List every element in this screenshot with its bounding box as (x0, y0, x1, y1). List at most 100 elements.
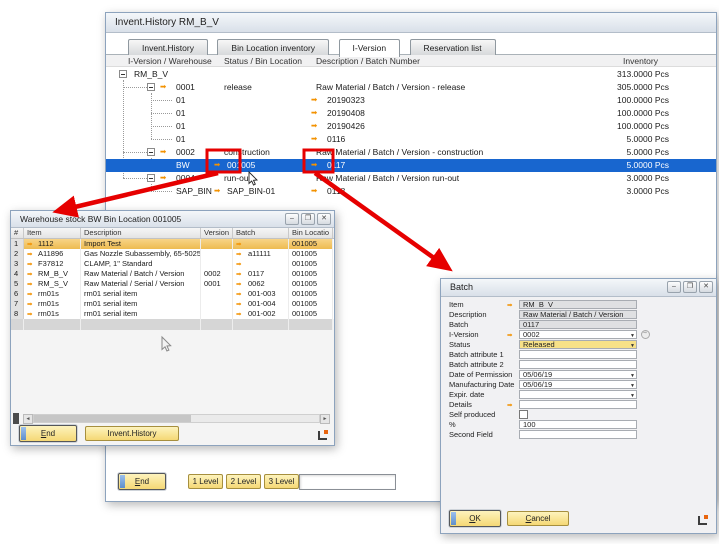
expiry-date-dropdown[interactable] (519, 390, 637, 399)
collapse-icon[interactable] (119, 70, 127, 78)
level-1-button[interactable]: 1 Level (188, 474, 223, 489)
link-arrow-icon[interactable] (160, 82, 170, 92)
table-row[interactable]: 6 rm01s rm01 serial item 001-003 001005 (11, 289, 334, 299)
batch-text: 001-004 (248, 299, 276, 308)
scrollbar-track[interactable] (33, 414, 320, 423)
percent-field[interactable]: 100 (519, 420, 637, 429)
invent-history-titlebar[interactable]: Invent.History RM_B_V (106, 13, 716, 33)
link-arrow-icon[interactable] (507, 300, 516, 310)
table-row[interactable]: SAP_BIN SAP_BIN-01 0118 3.0000 Pcs (106, 185, 716, 198)
link-arrow-icon[interactable] (27, 279, 36, 289)
table-row[interactable]: 01 20190426 100.0000 Pcs (106, 120, 716, 133)
self-produced-checkbox[interactable] (519, 410, 528, 419)
link-arrow-icon[interactable] (27, 259, 36, 269)
link-arrow-icon[interactable] (311, 95, 321, 105)
close-button[interactable]: ✕ (699, 281, 713, 293)
second-field[interactable] (519, 430, 637, 439)
tab-bin-location-inventory[interactable]: Bin Location inventory (217, 39, 329, 56)
table-row[interactable]: 5 RM_S_V Raw Material / Serial / Version… (11, 279, 334, 289)
table-row[interactable]: RM_B_V 313.0000 Pcs (106, 68, 716, 81)
batch-attribute-2-field[interactable] (519, 360, 637, 369)
link-arrow-icon[interactable] (27, 309, 36, 319)
date-of-permission-dropdown[interactable]: 05/06/19 (519, 370, 637, 379)
link-arrow-icon[interactable] (27, 289, 36, 299)
link-arrow-icon[interactable] (236, 249, 245, 259)
scroll-right-icon[interactable]: ► (320, 414, 330, 424)
link-arrow-icon[interactable] (236, 289, 245, 299)
link-arrow-icon[interactable] (507, 330, 516, 340)
link-arrow-icon[interactable] (311, 160, 321, 170)
batch-attribute-1-field[interactable] (519, 350, 637, 359)
level-2-button[interactable]: 2 Level (226, 474, 261, 489)
link-arrow-icon[interactable] (160, 147, 170, 157)
table-row[interactable]: 0002 construction Raw Material / Batch /… (106, 146, 716, 159)
collapse-icon[interactable] (147, 148, 155, 156)
link-arrow-icon[interactable] (27, 239, 36, 249)
table-row[interactable]: 0001 release Raw Material / Batch / Vers… (106, 81, 716, 94)
tab-invent-history[interactable]: Invent.History (128, 39, 208, 56)
maximize-button[interactable]: ❐ (683, 281, 697, 293)
stock-table: 1 1112 Import Test 001005 2 A11896 Gas N… (11, 239, 334, 330)
table-row[interactable]: 7 rm01s rm01 serial item 001-004 001005 (11, 299, 334, 309)
horizontal-scrollbar[interactable]: ◄ ► (13, 413, 330, 424)
minimize-button[interactable]: – (667, 281, 681, 293)
link-arrow-icon[interactable] (236, 259, 245, 269)
version-cell (201, 239, 233, 249)
table-row[interactable]: 8 rm01s rm01 serial item 001-002 001005 (11, 309, 334, 319)
table-row[interactable]: 2 A11896 Gas Nozzle Subassembly, 65-5025… (11, 249, 334, 259)
link-arrow-icon[interactable] (214, 160, 224, 170)
batch-field: 0117 (519, 320, 637, 329)
footer-input[interactable] (299, 474, 396, 490)
link-arrow-icon[interactable] (311, 121, 321, 131)
link-arrow-icon[interactable] (507, 400, 516, 410)
batch-titlebar[interactable]: Batch – ❐ ✕ (441, 279, 716, 297)
scroll-left-icon[interactable]: ◄ (23, 414, 33, 424)
table-row-selected[interactable]: 1 1112 Import Test 001005 (11, 239, 334, 249)
ok-button[interactable]: OK (449, 510, 501, 527)
table-row[interactable]: 0004 run-out Raw Material / Batch / Vers… (106, 172, 716, 185)
tab-reservation-list[interactable]: Reservation list (410, 39, 496, 56)
invent-history-button[interactable]: Invent.History (85, 426, 179, 441)
table-row-selected[interactable]: BW 001005 0117 5.0000 Pcs (106, 159, 716, 172)
tab-i-version[interactable]: I-Version (339, 39, 401, 57)
close-button[interactable]: ✕ (317, 213, 331, 225)
scrollbar-thumb[interactable] (34, 415, 191, 422)
end-button[interactable]: End (19, 425, 77, 442)
link-arrow-icon[interactable] (27, 249, 36, 259)
linked-document-icon[interactable] (641, 330, 650, 339)
collapse-icon[interactable] (147, 83, 155, 91)
warehouse-stock-titlebar[interactable]: Warehouse stock BW Bin Location 001005 –… (11, 211, 334, 228)
link-arrow-icon[interactable] (27, 299, 36, 309)
link-arrow-icon[interactable] (160, 173, 170, 183)
resize-grip-icon[interactable] (698, 515, 708, 525)
link-arrow-icon[interactable] (214, 186, 224, 196)
link-arrow-icon[interactable] (236, 309, 245, 319)
table-row[interactable]: 4 RM_B_V Raw Material / Batch / Version … (11, 269, 334, 279)
collapse-icon[interactable] (147, 174, 155, 182)
table-row[interactable]: 3 F37812 CLAMP, 1" Standard 001005 (11, 259, 334, 269)
link-arrow-icon[interactable] (236, 279, 245, 289)
link-arrow-icon[interactable] (311, 108, 321, 118)
link-arrow-icon[interactable] (236, 299, 245, 309)
manufacturing-date-dropdown[interactable]: 05/06/19 (519, 380, 637, 389)
resize-grip-icon[interactable] (318, 430, 328, 440)
level-3-button[interactable]: 3 Level (264, 474, 299, 489)
link-arrow-icon[interactable] (311, 134, 321, 144)
table-row[interactable]: 01 0116 5.0000 Pcs (106, 133, 716, 146)
status-dropdown[interactable]: Released (519, 340, 637, 349)
details-field[interactable] (519, 400, 637, 409)
item-text: RM_B_V (38, 269, 68, 278)
link-arrow-icon[interactable] (236, 239, 245, 249)
minimize-button[interactable]: – (285, 213, 299, 225)
scrollbar-splitter[interactable] (13, 413, 19, 424)
cancel-button[interactable]: Cancel (507, 511, 569, 526)
description-cell: Gas Nozzle Subassembly, 65-50254 (81, 249, 201, 259)
table-row[interactable]: 01 20190323 100.0000 Pcs (106, 94, 716, 107)
maximize-button[interactable]: ❐ (301, 213, 315, 225)
link-arrow-icon[interactable] (311, 186, 321, 196)
link-arrow-icon[interactable] (27, 269, 36, 279)
i-version-dropdown[interactable]: 0002 (519, 330, 637, 339)
table-row[interactable]: 01 20190408 100.0000 Pcs (106, 107, 716, 120)
link-arrow-icon[interactable] (236, 269, 245, 279)
end-button[interactable]: End (118, 473, 166, 490)
